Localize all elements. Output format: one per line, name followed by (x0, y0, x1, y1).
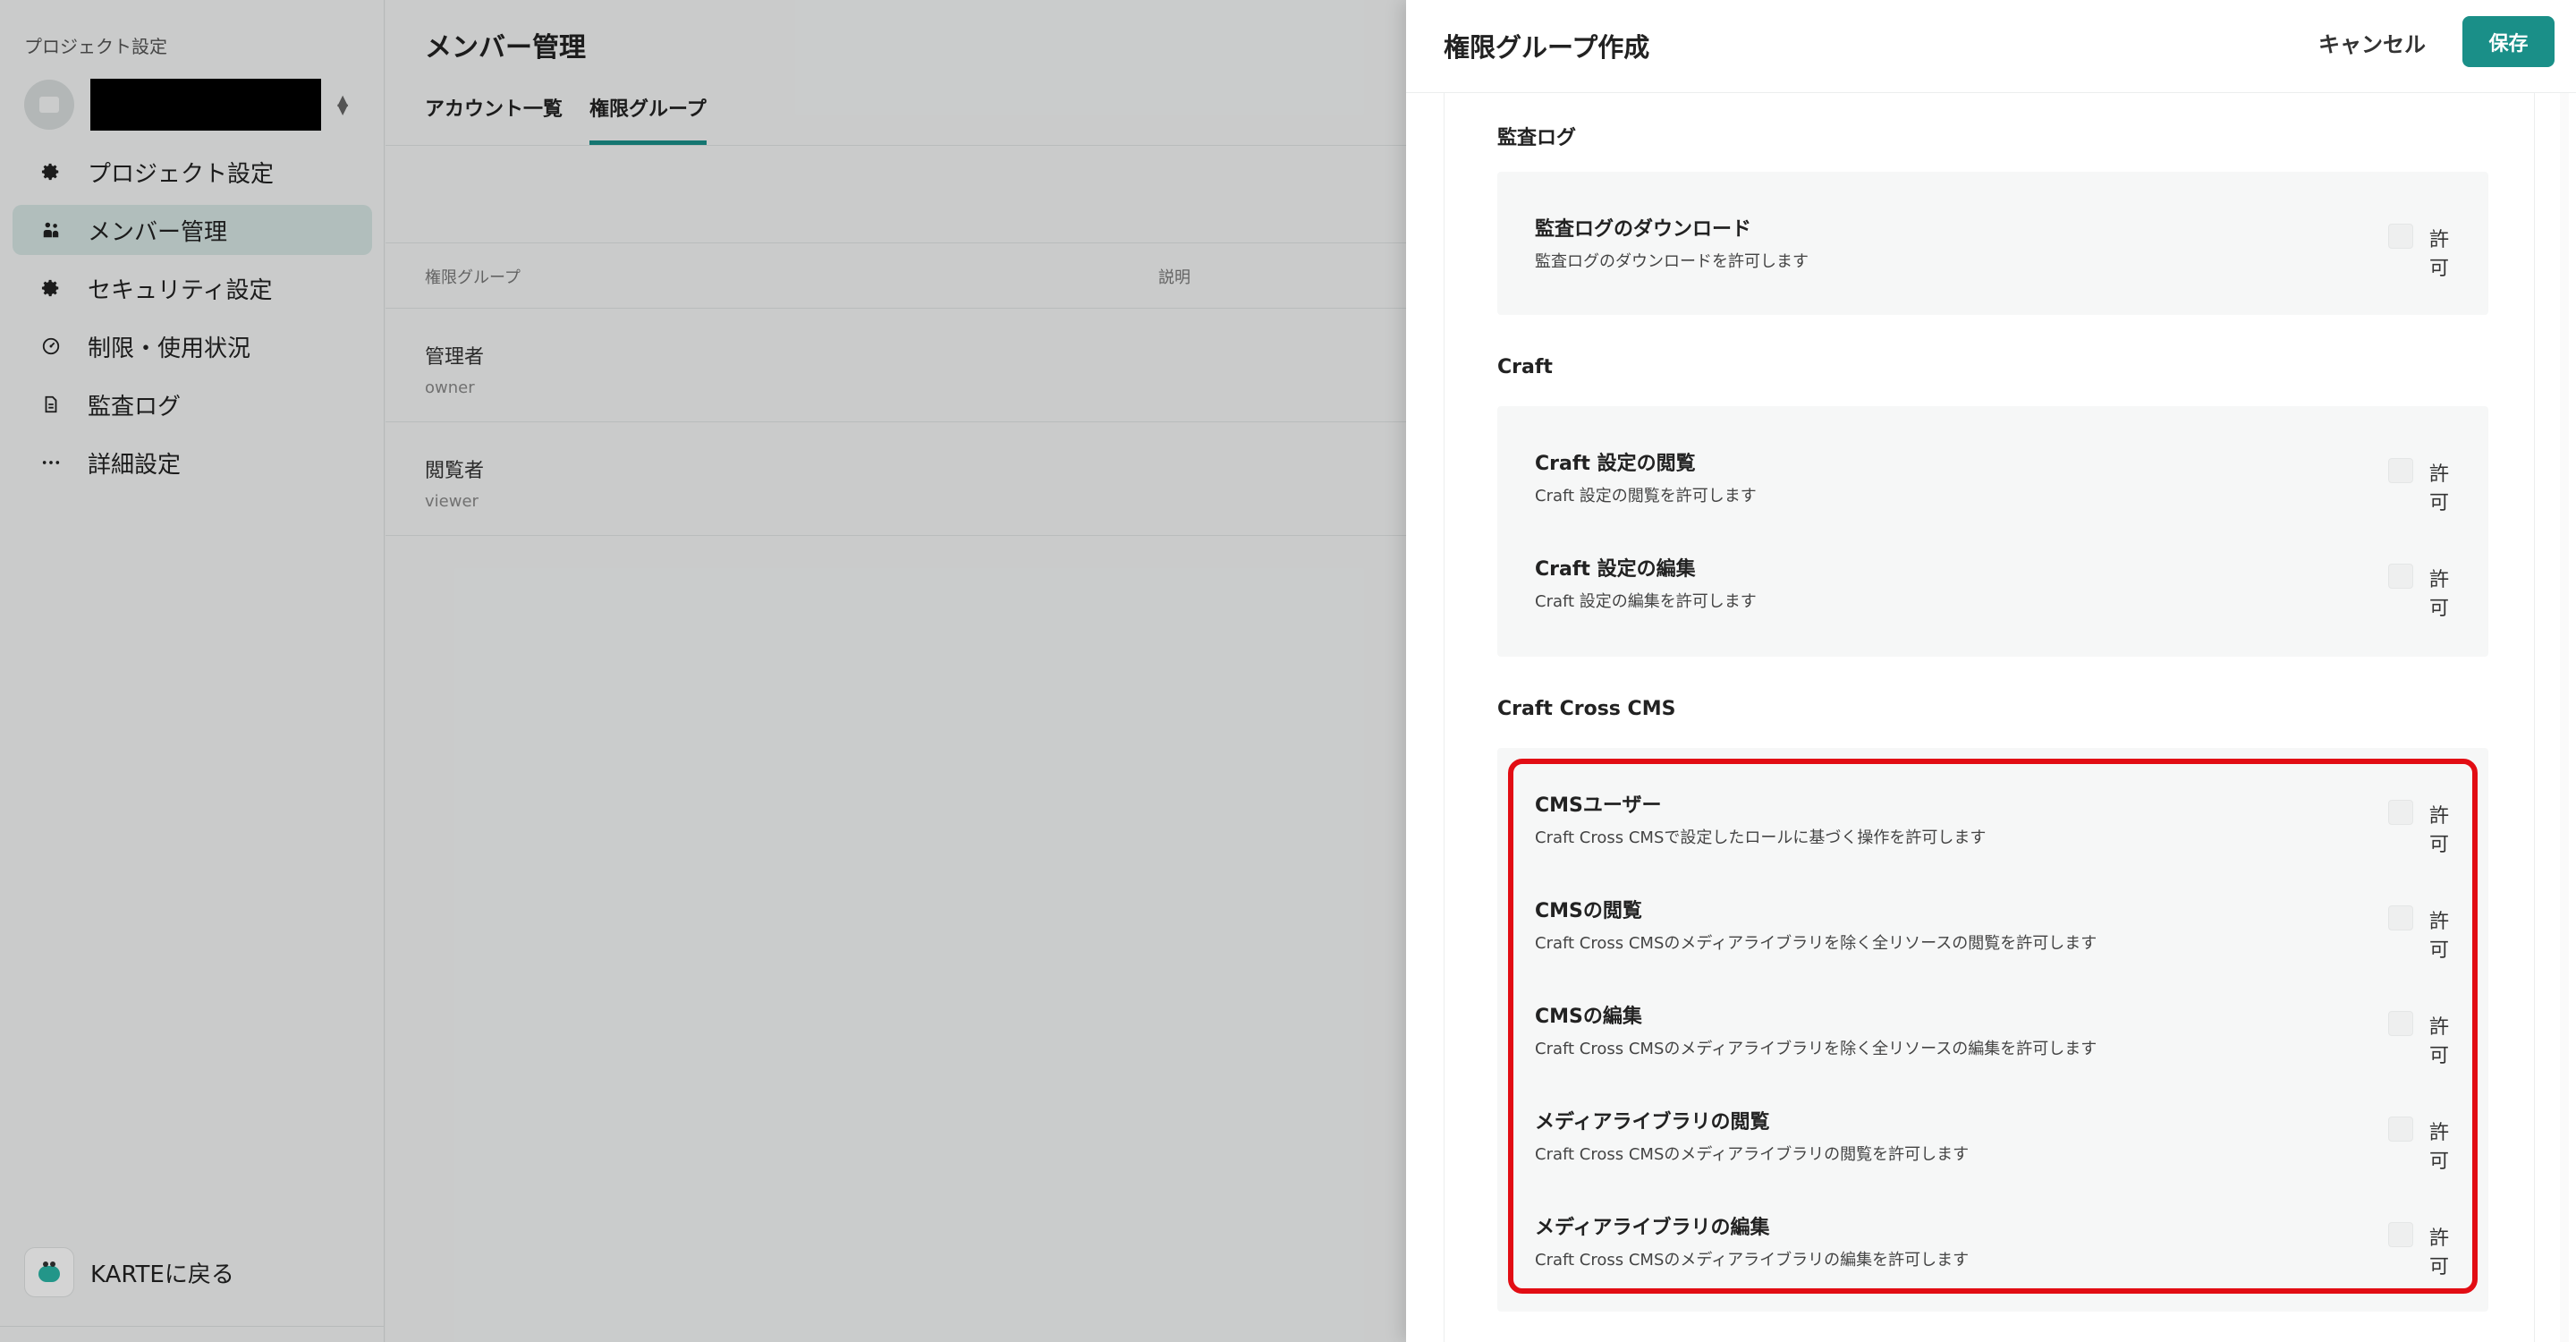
permission-item: 監査ログのダウンロード 監査ログのダウンロードを許可します 許可 (1535, 213, 2449, 293)
create-permission-group-panel: 権限グループ作成 キャンセル 保存 監査ログ 監査ログのダウンロード 監査ログの… (1406, 0, 2576, 1342)
permission-title: Craft 設定の閲覧 (1535, 453, 1696, 475)
permission-title: Craft 設定の編集 (1535, 558, 1696, 581)
permission-card: 監査ログのダウンロード 監査ログのダウンロードを許可します 許可 (1497, 172, 2488, 315)
allow-checkbox[interactable] (2388, 224, 2413, 249)
cancel-button[interactable]: キャンセル (2318, 27, 2426, 58)
section-title-craft: Craft (1497, 356, 1553, 378)
section-title-audit-log: 監査ログ (1497, 127, 1577, 149)
panel-header: 権限グループ作成 キャンセル 保存 (1406, 0, 2576, 93)
allow-checkbox[interactable] (2388, 458, 2413, 483)
red-highlight-box (1508, 759, 2478, 1294)
permission-item: Craft 設定の閲覧 Craft 設定の閲覧を許可します 許可 (1535, 447, 2449, 528)
permission-item: Craft 設定の編集 Craft 設定の編集を許可します 許可 (1535, 553, 2449, 633)
permission-description: 監査ログのダウンロードを許可します (1535, 252, 1809, 271)
modal-overlay[interactable] (0, 0, 1406, 1342)
permission-description: Craft 設定の閲覧を許可します (1535, 487, 1757, 505)
scrollbar[interactable] (2560, 93, 2569, 1342)
permission-card: Craft 設定の閲覧 Craft 設定の閲覧を許可します 許可 Craft 設… (1497, 406, 2488, 657)
panel-title: 権限グループ作成 (1444, 32, 1650, 63)
section-title-craft-cross-cms: Craft Cross CMS (1497, 698, 1676, 720)
permission-description: Craft 設定の編集を許可します (1535, 592, 1757, 611)
allow-checkbox[interactable] (2388, 564, 2413, 589)
allow-label[interactable]: 許可 (2429, 564, 2449, 621)
permission-title: 監査ログのダウンロード (1535, 218, 1752, 241)
allow-label[interactable]: 許可 (2429, 224, 2449, 281)
allow-label[interactable]: 許可 (2429, 458, 2449, 515)
save-button[interactable]: 保存 (2462, 16, 2555, 67)
